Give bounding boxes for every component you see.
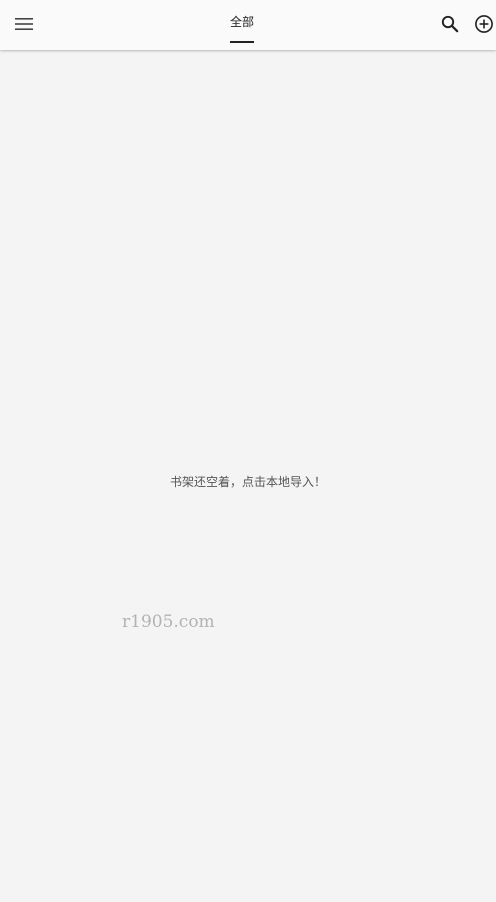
tab-all-label: 全部 [229,15,254,29]
top-app-bar: 全部 [0,0,496,50]
add-circle-icon [475,15,493,33]
add-book-button[interactable] [471,11,496,37]
tab-all[interactable]: 全部 [224,10,260,44]
hamburger-menu-icon [15,18,33,30]
menu-button[interactable] [11,11,37,37]
search-icon [441,15,459,33]
tab-indicator [230,41,254,43]
watermark-text: r1905.com [122,612,215,632]
search-button[interactable] [437,11,463,37]
empty-shelf-import-prompt[interactable]: 书架还空着，点击本地导入！ [0,474,496,490]
